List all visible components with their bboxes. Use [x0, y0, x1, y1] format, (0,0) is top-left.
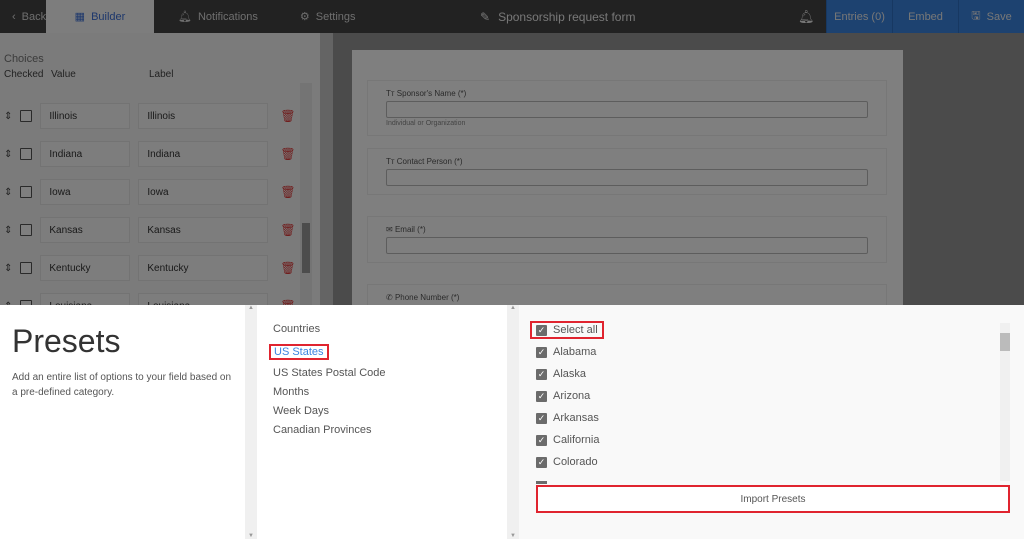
options-scrollbar[interactable]: [1000, 323, 1010, 481]
preset-option[interactable]: ✓ Arkansas: [536, 412, 599, 424]
presets-panel: Presets Add an entire list of options to…: [0, 305, 1024, 539]
modal-backdrop[interactable]: [0, 0, 1024, 305]
preset-category[interactable]: US States: [269, 344, 329, 360]
checkbox-checked-icon: ✓: [536, 368, 547, 380]
preset-categories: Countries US States US States Postal Code M…: [269, 323, 386, 443]
preset-options: ✓ Select all ✓ Alabama ✓ Alaska ✓ Arizona ✓ Arka…: [519, 305, 1024, 539]
checkbox-checked-icon: ✓: [536, 456, 547, 468]
presets-description: Add an entire list of options to your fi…: [12, 372, 232, 398]
checkbox-checked-icon: ✓: [536, 434, 547, 446]
checkbox-checked-icon: ✓: [536, 324, 547, 336]
preset-option[interactable]: ✓ Arizona: [536, 390, 590, 402]
select-all-checkbox[interactable]: ✓ Select all: [530, 321, 604, 339]
scrollbar[interactable]: ▲ ▼: [507, 305, 519, 539]
scrollbar[interactable]: ▲ ▼: [245, 305, 257, 539]
preset-option[interactable]: ✓ Alaska: [536, 368, 586, 380]
preset-category[interactable]: Months: [273, 386, 386, 398]
preset-category[interactable]: Countries: [273, 323, 386, 335]
import-presets-button[interactable]: Import Presets: [536, 485, 1010, 513]
preset-option[interactable]: ✓ California: [536, 434, 599, 446]
preset-category[interactable]: Canadian Provinces: [273, 424, 386, 436]
checkbox-checked-icon: ✓: [536, 412, 547, 424]
presets-title: Presets: [12, 323, 121, 359]
preset-option[interactable]: ✓ Alabama: [536, 346, 596, 358]
preset-category[interactable]: US States Postal Code: [273, 367, 386, 379]
preset-category[interactable]: Week Days: [273, 405, 386, 417]
checkbox-checked-icon: ✓: [536, 346, 547, 358]
preset-option[interactable]: ✓ Colorado: [536, 456, 598, 468]
checkbox-checked-icon: ✓: [536, 390, 547, 402]
